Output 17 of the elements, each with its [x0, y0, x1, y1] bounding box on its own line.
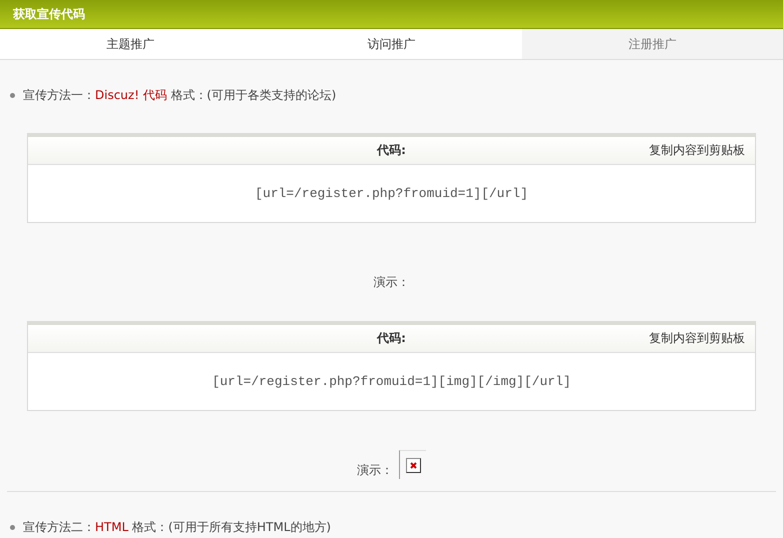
copy-link[interactable]: 复制内容到剪贴板 — [649, 330, 745, 347]
code-text: [url=/register.php?fromuid=1][img][/img][/url] — [211, 373, 572, 391]
method-description: 宣传方法二：HTML 格式：(可用于所有支持HTML的地方) — [23, 518, 331, 536]
code-heading: 代码: — [377, 142, 406, 159]
method-description: 宣传方法一：Discuz! 代码 格式：(可用于各类支持的论坛) — [23, 86, 336, 104]
bullet-icon — [10, 524, 15, 530]
tab[interactable]: 主题推广 — [0, 29, 261, 59]
tab[interactable]: 注册推广 — [522, 29, 783, 59]
bullet-icon — [10, 92, 15, 98]
demo-label: 演示： — [357, 462, 393, 479]
copy-link[interactable]: 复制内容到剪贴板 — [649, 142, 745, 159]
page-title: 获取宣传代码 — [13, 6, 85, 22]
demo-label: 演示： — [374, 274, 410, 291]
code-text: [url=/register.php?fromuid=1][/url] — [254, 185, 530, 203]
code-heading: 代码: — [377, 330, 406, 347]
tab[interactable]: 访问推广 — [261, 29, 522, 59]
broken-image-icon — [399, 450, 426, 479]
